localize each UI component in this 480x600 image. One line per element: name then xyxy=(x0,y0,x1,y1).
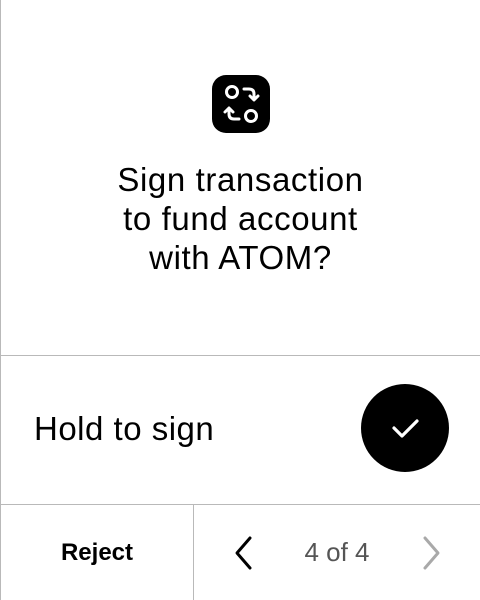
footer-navigation: Reject 4 of 4 xyxy=(1,505,480,600)
title-line: to fund account xyxy=(123,200,358,237)
reject-button[interactable]: Reject xyxy=(1,505,193,600)
page-indicator: 4 of 4 xyxy=(304,537,370,567)
chevron-left-icon xyxy=(235,536,252,570)
hold-to-sign-row[interactable]: Hold to sign xyxy=(1,356,480,504)
next-page-button[interactable] xyxy=(413,532,451,574)
title-line: Sign transaction xyxy=(117,161,364,198)
transaction-title: Sign transaction to fund account with AT… xyxy=(1,160,480,277)
hold-to-sign-label: Hold to sign xyxy=(34,410,215,447)
previous-page-button[interactable] xyxy=(225,532,263,574)
review-summary: Sign transaction to fund account with AT… xyxy=(1,0,480,355)
sign-transaction-screen: Sign transaction to fund account with AT… xyxy=(0,0,480,600)
footer-divider xyxy=(193,505,194,600)
review-swap-icon xyxy=(212,75,270,133)
hold-to-sign-button[interactable] xyxy=(361,384,449,472)
title-line: with ATOM? xyxy=(149,239,332,276)
chevron-right-icon xyxy=(423,536,440,570)
checkmark-icon xyxy=(392,419,419,438)
